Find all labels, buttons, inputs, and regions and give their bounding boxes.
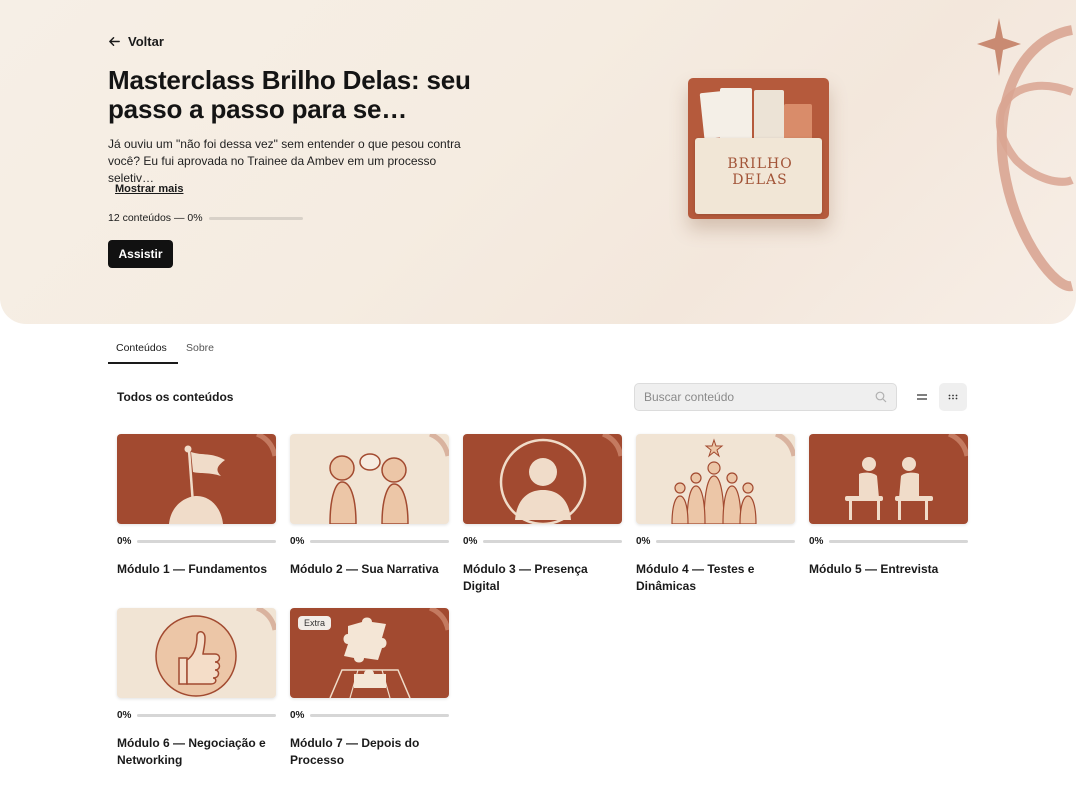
tab-conteudos[interactable]: Conteúdos bbox=[108, 339, 178, 364]
module-thumbnail bbox=[463, 434, 622, 524]
module-progress: 0% bbox=[636, 536, 795, 547]
search-input[interactable] bbox=[644, 390, 875, 404]
module-thumbnail bbox=[636, 434, 795, 524]
decorative-swirl-icon bbox=[977, 18, 1074, 292]
module-progress: 0% bbox=[290, 710, 449, 721]
module-progress-text: 0% bbox=[809, 536, 824, 547]
profile-avatar-icon bbox=[499, 434, 622, 524]
module-thumbnail: Extra bbox=[290, 608, 449, 698]
module-title: Módulo 7 — Depois do Processo bbox=[290, 736, 420, 767]
module-progress-text: 0% bbox=[117, 536, 132, 547]
module-card-5[interactable]: 0% Módulo 5 — Entrevista bbox=[809, 434, 968, 578]
course-progress-bar bbox=[208, 216, 303, 220]
module-progress-text: 0% bbox=[463, 536, 478, 547]
module-progress-bar bbox=[310, 540, 449, 543]
module-card-1[interactable]: 0% Módulo 1 — Fundamentos bbox=[117, 434, 276, 578]
list-view-icon bbox=[917, 394, 927, 400]
module-title: Módulo 2 — Sua Narrativa bbox=[290, 562, 439, 576]
module-thumbnail bbox=[290, 434, 449, 524]
course-description: Já ouviu um "não foi dessa vez" sem ente… bbox=[108, 137, 461, 185]
module-thumbnail bbox=[809, 434, 968, 524]
module-progress: 0% bbox=[290, 536, 449, 547]
module-progress-text: 0% bbox=[636, 536, 651, 547]
module-progress-bar bbox=[137, 540, 276, 543]
back-button[interactable]: Voltar bbox=[108, 34, 164, 49]
search-icon bbox=[875, 391, 887, 403]
grid-view-icon bbox=[948, 394, 958, 400]
module-title: Módulo 4 — Testes e Dinâmicas bbox=[636, 562, 755, 593]
back-label: Voltar bbox=[128, 34, 164, 49]
course-progress-text: 12 conteúdos — 0% bbox=[108, 212, 203, 224]
module-progress: 0% bbox=[463, 536, 622, 547]
watch-button[interactable]: Assistir bbox=[108, 240, 173, 268]
module-progress-bar bbox=[137, 714, 276, 717]
module-card-7[interactable]: Extra 0% Módulo 7 — Depois do Processo bbox=[290, 608, 449, 769]
module-card-6[interactable]: 0% Módulo 6 — Negociação e Networking bbox=[117, 608, 276, 769]
grid-view-button[interactable] bbox=[939, 383, 967, 411]
module-progress-text: 0% bbox=[117, 710, 132, 721]
module-card-3[interactable]: 0% Módulo 3 — Presença Digital bbox=[463, 434, 622, 595]
module-progress: 0% bbox=[117, 536, 276, 547]
module-progress-bar bbox=[310, 714, 449, 717]
module-thumbnail bbox=[117, 434, 276, 524]
flag-on-rock-icon bbox=[169, 434, 276, 524]
module-progress-text: 0% bbox=[290, 536, 305, 547]
module-title: Módulo 5 — Entrevista bbox=[809, 562, 939, 576]
interview-chairs-icon bbox=[845, 434, 968, 520]
course-page: Voltar Masterclass Brilho Delas: seu pas… bbox=[0, 0, 1076, 802]
course-hero: Voltar Masterclass Brilho Delas: seu pas… bbox=[0, 0, 1076, 324]
module-progress-bar bbox=[656, 540, 795, 543]
module-progress: 0% bbox=[117, 710, 276, 721]
list-view-button[interactable] bbox=[908, 383, 936, 411]
arrow-left-icon bbox=[109, 37, 120, 46]
two-people-talking-icon bbox=[329, 434, 449, 524]
section-title: Todos os conteúdos bbox=[117, 390, 234, 404]
module-title: Módulo 6 — Negociação e Networking bbox=[117, 736, 266, 767]
tab-sobre[interactable]: Sobre bbox=[178, 339, 222, 364]
module-thumbnail bbox=[117, 608, 276, 698]
module-progress-bar bbox=[483, 540, 622, 543]
course-title: Masterclass Brilho Delas: seu passo a pa… bbox=[108, 65, 471, 124]
thumbs-up-icon bbox=[155, 608, 276, 697]
course-cover-image: BRILHO DELAS bbox=[688, 78, 829, 219]
content-tabs: Conteúdos Sobre bbox=[108, 339, 222, 364]
module-progress-bar bbox=[829, 540, 968, 543]
module-card-2[interactable]: 0% Módulo 2 — Sua Narrativa bbox=[290, 434, 449, 578]
group-with-star-icon bbox=[671, 434, 795, 524]
module-card-4[interactable]: 0% Módulo 4 — Testes e Dinâmicas bbox=[636, 434, 795, 595]
show-more-link[interactable]: Mostrar mais bbox=[115, 183, 183, 195]
extra-badge: Extra bbox=[298, 616, 332, 630]
module-progress: 0% bbox=[809, 536, 968, 547]
module-title: Módulo 3 — Presença Digital bbox=[463, 562, 588, 593]
cover-brand-text: BRILHO DELAS bbox=[727, 156, 793, 188]
search-box bbox=[634, 383, 897, 411]
module-progress-text: 0% bbox=[290, 710, 305, 721]
course-progress: 12 conteúdos — 0% bbox=[108, 212, 303, 224]
module-title: Módulo 1 — Fundamentos bbox=[117, 562, 267, 576]
